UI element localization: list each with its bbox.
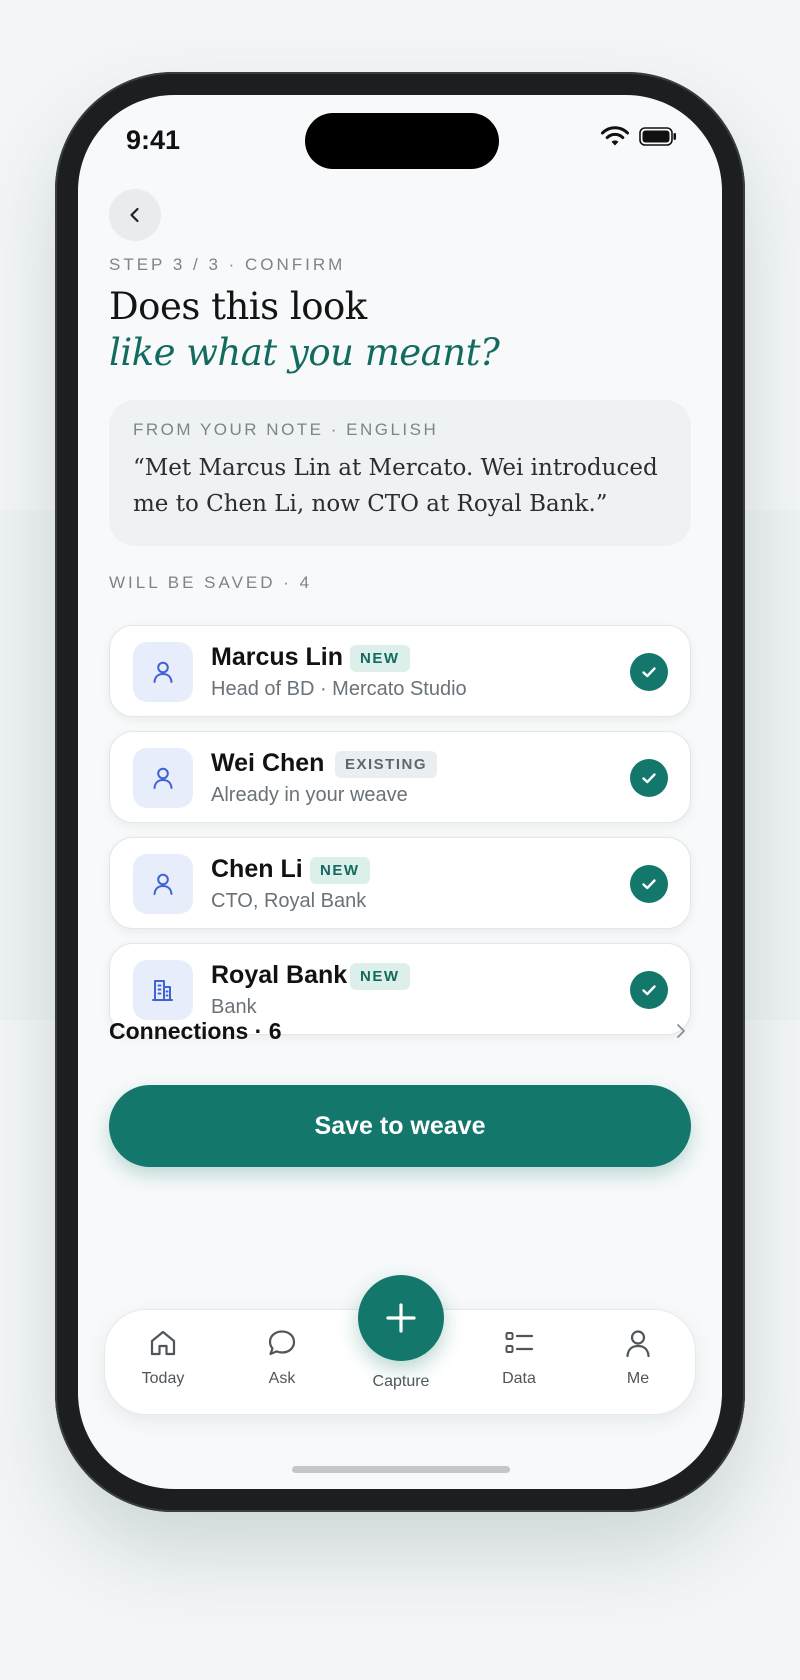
tab-label: Ask	[268, 1370, 296, 1387]
connections-row[interactable]: Connections · 6	[109, 1011, 691, 1051]
checkmark-icon	[642, 773, 656, 784]
status-time: 9:41	[126, 125, 181, 155]
checkmark-icon	[642, 879, 656, 890]
entity-card-marcus-lin[interactable]: Marcus Lin NEW Head of BD · Mercato Stud…	[109, 625, 691, 717]
dynamic-island	[305, 113, 499, 169]
status-badge: NEW	[310, 857, 370, 884]
back-button[interactable]	[109, 189, 161, 241]
entity-subtitle: Head of BD · Mercato Studio	[211, 678, 467, 700]
battery-icon	[639, 127, 676, 146]
entity-card-wei-chen[interactable]: Wei Chen EXISTING Already in your weave	[109, 731, 691, 823]
note-label: FROM YOUR NOTE · ENGLISH	[133, 420, 439, 439]
entity-subtitle: Already in your weave	[211, 784, 408, 806]
note-quote: “Met Marcus Lin at Mercato. Wei introduc…	[133, 455, 658, 517]
entity-name: Royal Bank	[211, 961, 348, 989]
person-icon	[153, 873, 173, 895]
person-icon	[153, 767, 173, 789]
entity-subtitle: CTO, Royal Bank	[211, 890, 367, 912]
status-badge: NEW	[350, 645, 410, 672]
entity-card-chen-li[interactable]: Chen Li NEW CTO, Royal Bank	[109, 837, 691, 929]
wifi-icon	[601, 126, 629, 146]
plus-icon	[386, 1303, 416, 1333]
connections-label: Connections · 6	[109, 1018, 282, 1044]
tab-ask[interactable]: Ask	[232, 1324, 332, 1404]
profile-icon	[626, 1330, 650, 1358]
tab-me[interactable]: Me	[588, 1324, 688, 1404]
phone-frame: 9:41 STEP 3 / 3 · CONFIRM Does this look…	[55, 72, 745, 1512]
tab-label: Today	[141, 1370, 185, 1387]
tab-label: Me	[626, 1370, 650, 1387]
tab-today[interactable]: Today	[113, 1324, 213, 1404]
app-screen: 9:41 STEP 3 / 3 · CONFIRM Does this look…	[78, 95, 722, 1489]
entity-name: Chen Li	[211, 855, 303, 883]
status-badge: EXISTING	[335, 751, 438, 778]
entity-avatar	[133, 854, 193, 914]
source-note-card: FROM YOUR NOTE · ENGLISH “Met Marcus Lin…	[109, 400, 691, 546]
building-icon	[152, 980, 173, 1001]
list-icon	[505, 1332, 534, 1353]
entity-name: Marcus Lin	[211, 643, 343, 671]
checkmark-icon	[642, 667, 656, 678]
chevron-right-icon	[677, 1024, 685, 1038]
page-title-accent: like what you meant?	[109, 331, 500, 374]
checkmark-icon	[642, 985, 656, 996]
capture-button[interactable]	[358, 1275, 444, 1361]
page-title: Does this look	[109, 285, 367, 328]
check-toggle[interactable]	[630, 653, 668, 691]
status-badge: NEW	[350, 963, 410, 990]
saved-section-label: WILL BE SAVED · 4	[109, 573, 313, 592]
tab-data[interactable]: Data	[469, 1324, 569, 1404]
home-icon	[150, 1330, 176, 1356]
check-toggle[interactable]	[630, 759, 668, 797]
check-toggle[interactable]	[630, 971, 668, 1009]
step-indicator: STEP 3 / 3 · CONFIRM	[109, 255, 346, 274]
tab-capture-label[interactable]: Capture	[351, 1373, 451, 1391]
entity-avatar	[133, 748, 193, 808]
chevron-left-icon	[130, 207, 139, 223]
home-indicator	[292, 1466, 510, 1473]
entity-avatar	[133, 642, 193, 702]
save-to-weave-button[interactable]: Save to weave	[109, 1085, 691, 1167]
entity-name: Wei Chen	[211, 749, 325, 777]
person-icon	[153, 661, 173, 683]
chat-bubble-icon	[268, 1330, 296, 1356]
tab-label: Data	[502, 1370, 536, 1387]
check-toggle[interactable]	[630, 865, 668, 903]
